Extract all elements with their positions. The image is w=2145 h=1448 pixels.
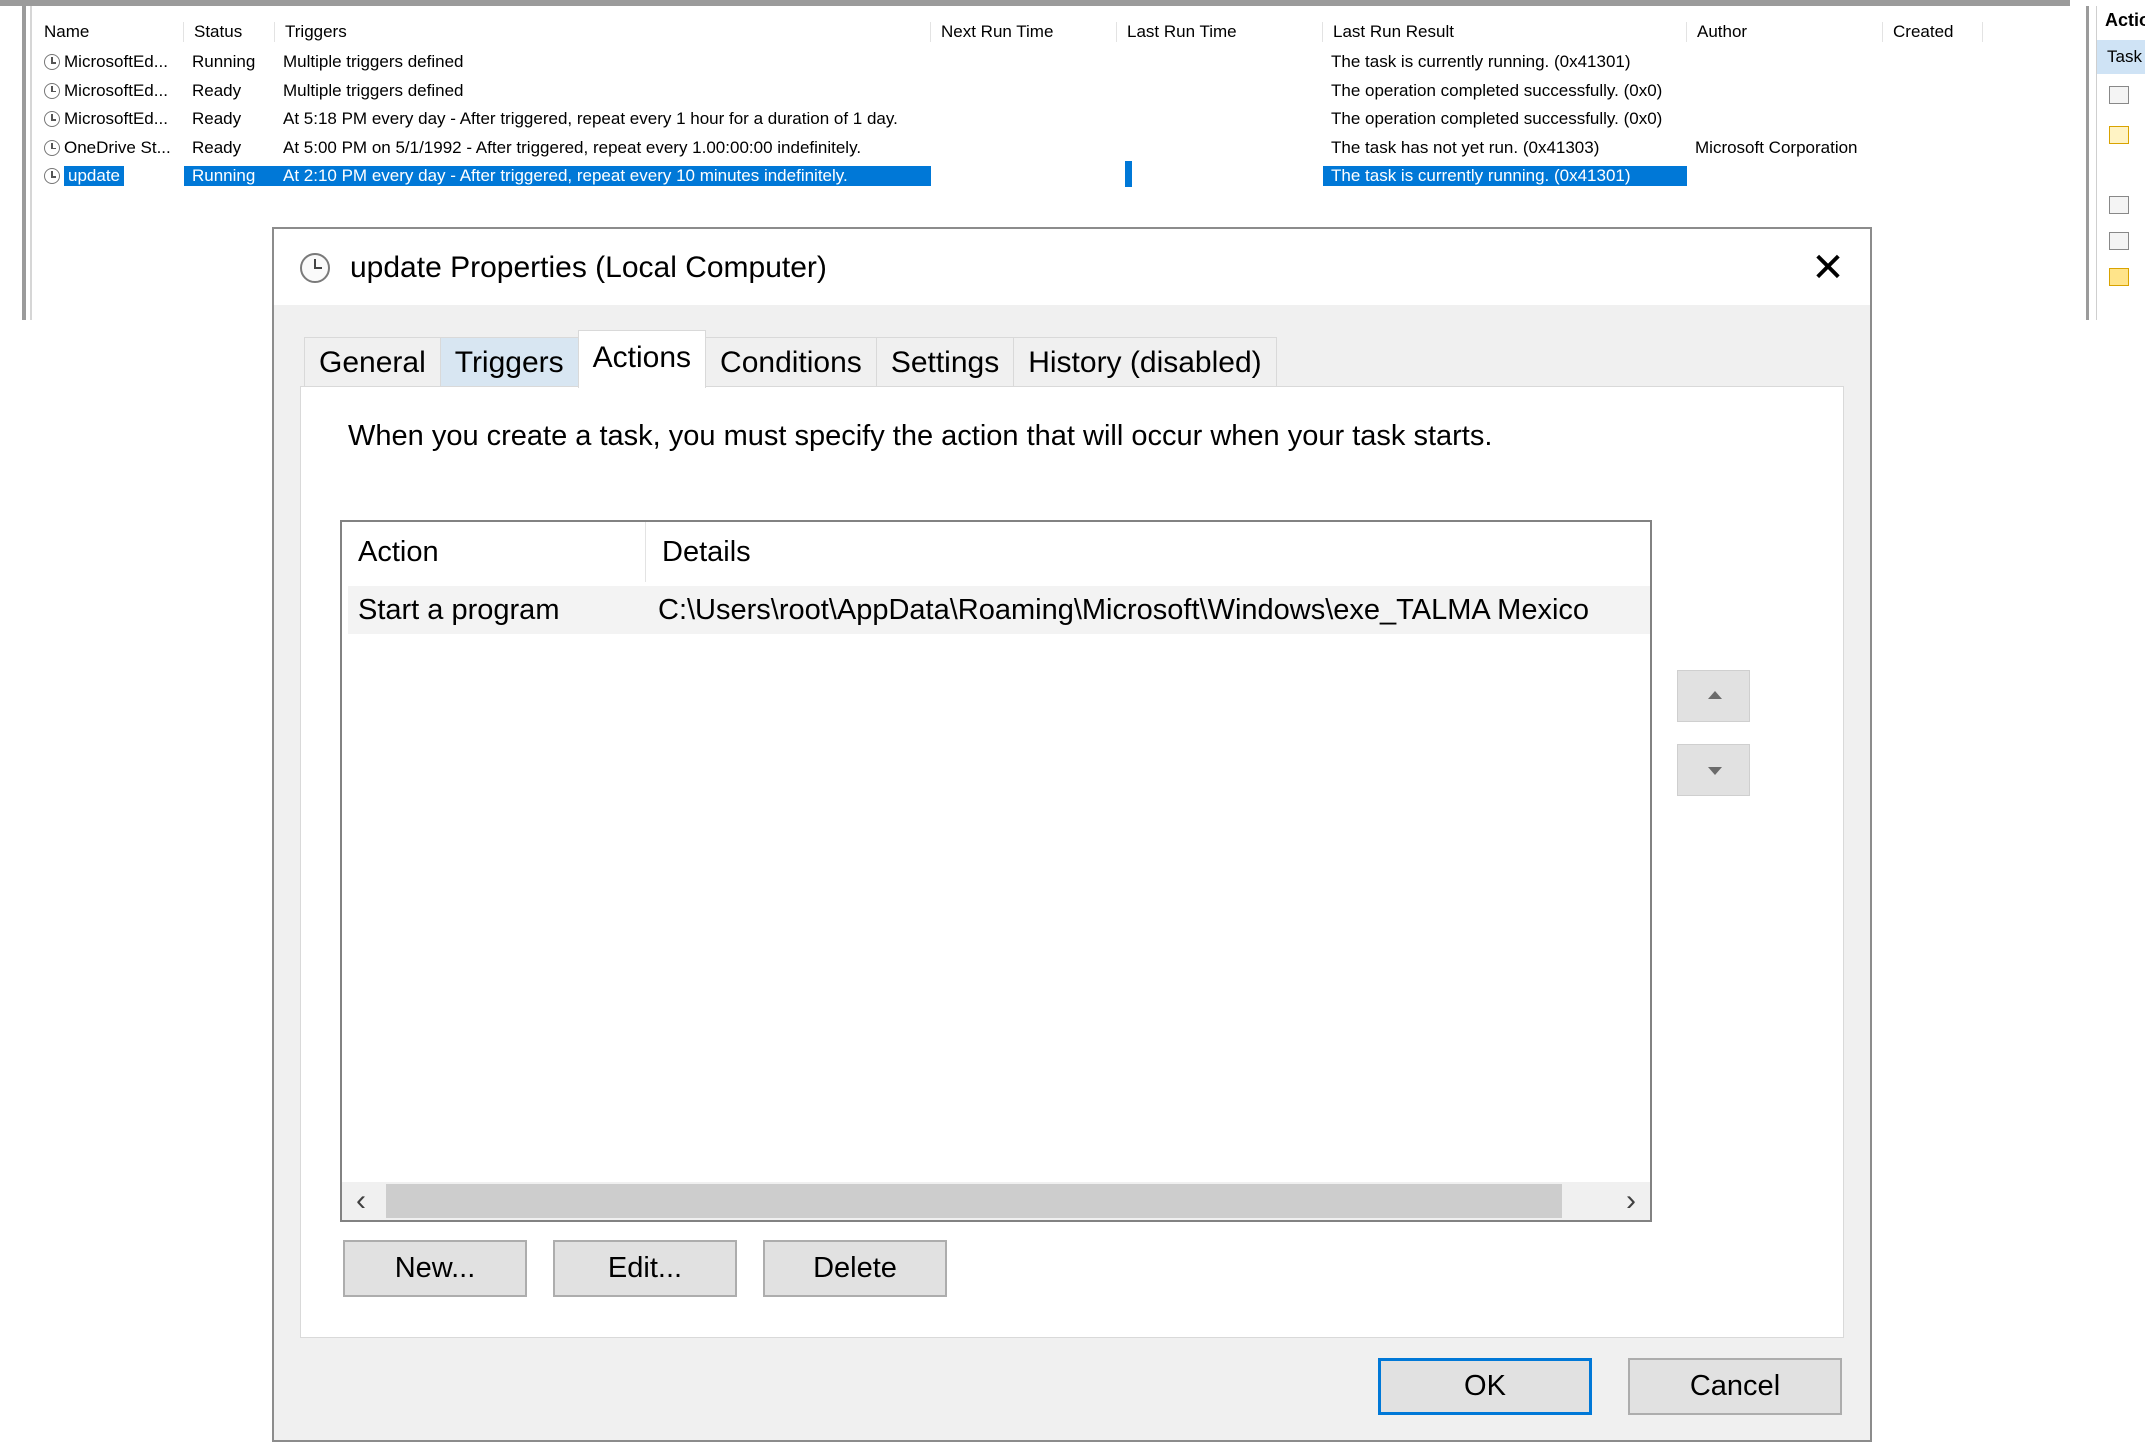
task-clock-icon bbox=[44, 82, 60, 99]
dialog-titlebar[interactable]: update Properties (Local Computer) ✕ bbox=[274, 229, 1870, 305]
window-border-top bbox=[0, 0, 2070, 6]
column-header-status[interactable]: Status bbox=[184, 22, 275, 42]
tab-conditions[interactable]: Conditions bbox=[705, 337, 877, 387]
arrow-up-icon bbox=[1708, 691, 1722, 699]
task-list-header: Name Status Triggers Next Run Time Last … bbox=[34, 16, 2084, 48]
task-triggers: At 5:18 PM every day - After triggered, … bbox=[283, 109, 898, 129]
task-result: The task is currently running. (0x41301) bbox=[1323, 166, 1687, 187]
task-name: MicrosoftEd... bbox=[64, 52, 168, 72]
task-result: The task has not yet run. (0x41303) bbox=[1331, 137, 1600, 157]
delete-action-button[interactable]: Delete bbox=[763, 1240, 947, 1297]
task-last-run bbox=[1117, 160, 1323, 192]
task-row[interactable]: OneDrive St... Ready At 5:00 PM on 5/1/1… bbox=[34, 134, 2084, 163]
task-result: The operation completed successfully. (0… bbox=[1331, 80, 1663, 100]
column-header-action[interactable]: Action bbox=[342, 522, 646, 582]
task-row[interactable]: MicrosoftEd... Ready Multiple triggers d… bbox=[34, 77, 2084, 106]
task-clock-icon bbox=[44, 54, 60, 71]
scroll-right-arrow-icon[interactable]: › bbox=[1612, 1182, 1650, 1220]
column-header-triggers[interactable]: Triggers bbox=[275, 22, 931, 42]
task-name: MicrosoftEd... bbox=[64, 109, 168, 129]
scroll-left-arrow-icon[interactable]: ‹ bbox=[342, 1182, 380, 1220]
task-clock-icon bbox=[44, 168, 60, 185]
task-clock-icon bbox=[44, 111, 60, 128]
display-tasks-icon[interactable] bbox=[2109, 196, 2129, 214]
action-details: C:\Users\root\AppData\Roaming\Microsoft\… bbox=[658, 594, 1590, 626]
task-name: update bbox=[64, 166, 124, 187]
close-button[interactable]: ✕ bbox=[1808, 248, 1848, 289]
tab-settings[interactable]: Settings bbox=[875, 337, 1015, 387]
column-header-created[interactable]: Created bbox=[1883, 22, 1983, 42]
task-row-selected[interactable]: update Running At 2:10 PM every day - Af… bbox=[34, 160, 2084, 192]
arrow-down-icon bbox=[1708, 767, 1722, 775]
column-header-last-run-result[interactable]: Last Run Result bbox=[1323, 22, 1687, 42]
actions-intro-text: When you create a task, you must specify… bbox=[348, 420, 1493, 452]
scrollbar-thumb[interactable] bbox=[386, 1184, 1562, 1218]
task-status: Ready bbox=[192, 109, 242, 129]
task-name: MicrosoftEd... bbox=[64, 80, 168, 100]
task-status: Running bbox=[192, 52, 256, 72]
actions-pane-subtitle[interactable]: Task bbox=[2097, 40, 2145, 74]
tab-strip: General Triggers Actions Conditions Sett… bbox=[304, 330, 1277, 388]
task-triggers: Multiple triggers defined bbox=[283, 80, 464, 100]
selection-focus-bar bbox=[1125, 160, 1132, 187]
tab-triggers[interactable]: Triggers bbox=[439, 337, 579, 387]
action-row[interactable]: Start a program C:\Users\root\AppData\Ro… bbox=[348, 586, 1650, 634]
task-name-cell: MicrosoftEd... bbox=[34, 52, 184, 72]
tab-history[interactable]: History (disabled) bbox=[1013, 337, 1277, 387]
task-status: Running bbox=[184, 166, 275, 187]
new-action-button[interactable]: New... bbox=[343, 1240, 527, 1297]
column-header-details[interactable]: Details bbox=[646, 522, 1650, 582]
task-triggers: Multiple triggers defined bbox=[283, 52, 464, 72]
import-task-icon[interactable] bbox=[2109, 126, 2129, 144]
task-result: The operation completed successfully. (0… bbox=[1331, 109, 1663, 129]
task-name: OneDrive St... bbox=[64, 137, 171, 157]
task-name-cell: MicrosoftEd... bbox=[34, 81, 184, 101]
action-type: Start a program bbox=[358, 594, 560, 626]
cancel-button[interactable]: Cancel bbox=[1628, 1358, 1842, 1415]
edit-action-button[interactable]: Edit... bbox=[553, 1240, 737, 1297]
window-border-right bbox=[2086, 6, 2089, 320]
create-task-icon[interactable] bbox=[2109, 86, 2129, 104]
tab-general[interactable]: General bbox=[304, 337, 441, 387]
task-name-cell: OneDrive St... bbox=[34, 138, 184, 158]
task-triggers: At 2:10 PM every day - After triggered, … bbox=[275, 166, 931, 187]
dialog-title: update Properties (Local Computer) bbox=[350, 251, 827, 284]
actions-pane: Actio Task bbox=[2096, 6, 2145, 320]
task-result: The task is currently running. (0x41301) bbox=[1331, 52, 1631, 72]
actions-pane-title: Actio bbox=[2105, 10, 2145, 30]
ok-button[interactable]: OK bbox=[1378, 1358, 1592, 1415]
actions-list[interactable]: Action Details Start a program C:\Users\… bbox=[340, 520, 1652, 1222]
column-header-next-run-time[interactable]: Next Run Time bbox=[931, 22, 1117, 42]
task-name-cell: update bbox=[34, 166, 184, 187]
task-row[interactable]: MicrosoftEd... Ready At 5:18 PM every da… bbox=[34, 105, 2084, 134]
column-header-last-run-time[interactable]: Last Run Time bbox=[1117, 22, 1323, 42]
tab-actions[interactable]: Actions bbox=[577, 330, 707, 388]
enable-history-icon[interactable] bbox=[2109, 232, 2129, 250]
task-status: Ready bbox=[192, 80, 242, 100]
task-status: Ready bbox=[192, 137, 242, 157]
new-folder-icon[interactable] bbox=[2109, 268, 2129, 286]
window-border-left-inner bbox=[30, 6, 32, 320]
horizontal-scrollbar[interactable]: ‹ › bbox=[342, 1182, 1650, 1220]
column-header-name[interactable]: Name bbox=[34, 22, 184, 42]
move-down-button[interactable] bbox=[1677, 744, 1750, 796]
clock-icon bbox=[300, 253, 330, 283]
task-author: Microsoft Corporation bbox=[1695, 137, 1858, 157]
actions-list-header: Action Details bbox=[342, 522, 1650, 582]
task-clock-icon bbox=[44, 139, 60, 156]
window-border-left bbox=[22, 6, 26, 320]
move-up-button[interactable] bbox=[1677, 670, 1750, 722]
task-row[interactable]: MicrosoftEd... Running Multiple triggers… bbox=[34, 48, 2084, 77]
task-name-cell: MicrosoftEd... bbox=[34, 109, 184, 129]
task-triggers: At 5:00 PM on 5/1/1992 - After triggered… bbox=[283, 137, 862, 157]
column-header-author[interactable]: Author bbox=[1687, 22, 1883, 42]
task-list: Name Status Triggers Next Run Time Last … bbox=[34, 16, 2084, 191]
